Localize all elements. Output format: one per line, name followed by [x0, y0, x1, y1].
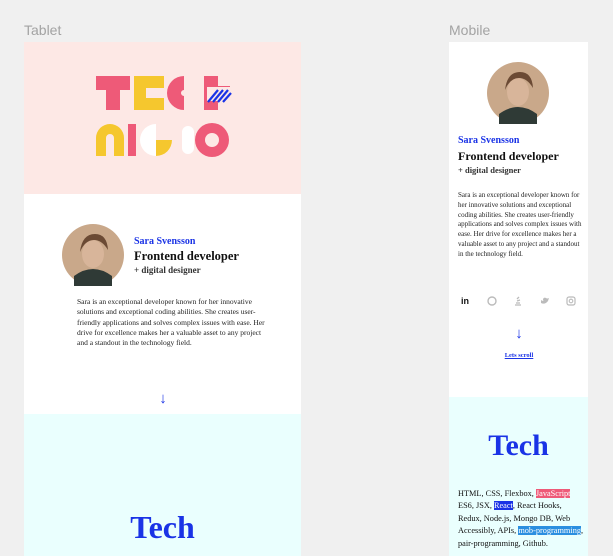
- profile-subrole: + digital designer: [134, 265, 201, 275]
- tech-section: Tech: [24, 414, 301, 556]
- scroll-arrow-icon[interactable]: ↓: [152, 391, 174, 408]
- instagram-icon[interactable]: [566, 296, 576, 306]
- intro-section: Sara Svensson Frontend developer + digit…: [24, 194, 301, 424]
- profile-role: Frontend developer: [134, 249, 239, 263]
- tech-title: Tech: [130, 509, 195, 545]
- mobile-frame: Sara Svensson Frontend developer + digit…: [449, 42, 588, 556]
- linkedin-icon[interactable]: in: [458, 294, 472, 308]
- profile-subrole: + digital designer: [458, 165, 521, 175]
- twitter-icon[interactable]: [540, 296, 550, 306]
- technigo-logo: [96, 76, 232, 157]
- avatar: [487, 62, 549, 124]
- hero-section: [24, 42, 301, 194]
- highlighted-tech-1: JavaScript: [535, 489, 571, 498]
- stackoverflow-icon[interactable]: [513, 296, 523, 306]
- tech-text-2: ES6, JSX,: [458, 501, 494, 511]
- tech-title: Tech: [488, 429, 549, 462]
- avatar: [62, 224, 124, 286]
- scroll-link[interactable]: Lets scroll: [488, 352, 550, 359]
- social-links-row: in: [458, 294, 580, 308]
- mobile-frame-label: Mobile: [449, 22, 491, 38]
- scroll-arrow-icon[interactable]: ↓: [508, 326, 530, 343]
- tablet-frame: Sara Svensson Frontend developer + digit…: [24, 42, 301, 556]
- highlighted-tech-5: mob-programming: [518, 526, 581, 536]
- tech-stack-text: HTML, CSS, Flexbox, JavaScript ES6, JSX,…: [458, 488, 584, 550]
- profile-name: Sara Svensson: [134, 236, 196, 247]
- tech-text-0: HTML, CSS, Flexbox,: [458, 489, 536, 498]
- tablet-frame-label: Tablet: [24, 22, 62, 38]
- highlighted-tech-3: React: [493, 501, 513, 511]
- profile-name: Sara Svensson: [458, 135, 520, 146]
- github-icon[interactable]: [487, 296, 497, 306]
- profile-bio: Sara is an exceptional developer known f…: [77, 297, 265, 348]
- profile-role: Frontend developer: [458, 149, 559, 163]
- profile-bio: Sara is an exceptional developer known f…: [458, 191, 582, 258]
